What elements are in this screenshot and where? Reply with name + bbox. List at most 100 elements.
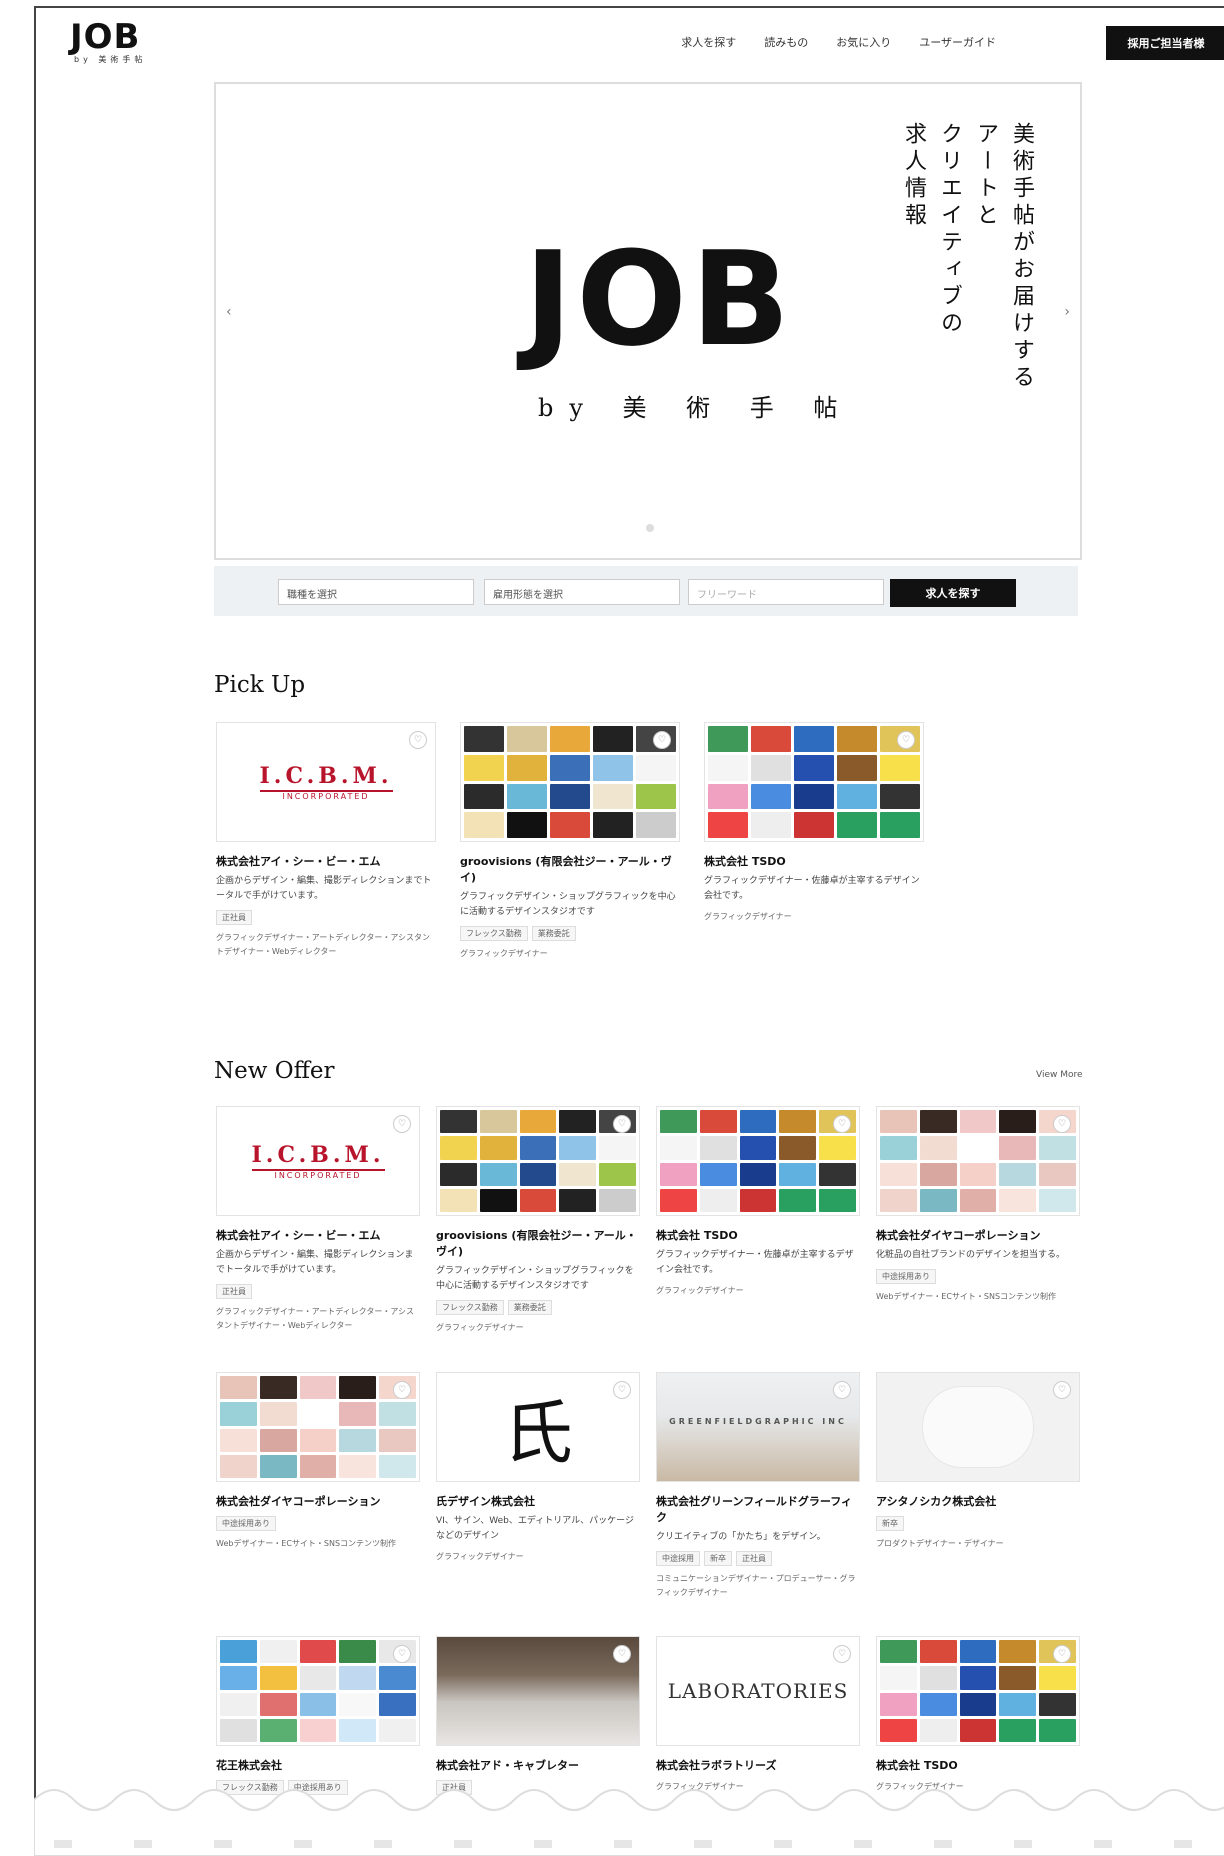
- job-tag: 正社員: [216, 910, 252, 925]
- carousel-prev-icon[interactable]: ‹: [226, 304, 232, 320]
- company-name: 株式会社ダイヤコーポレーション: [216, 1495, 381, 1508]
- product-collage-image: [217, 1637, 419, 1745]
- company-desc: クリエイティブの「かたち」をデザイン。: [656, 1532, 826, 1542]
- carousel-dot[interactable]: [646, 524, 654, 532]
- icbm-logo-sub: INCORPORATED: [274, 1171, 362, 1180]
- job-roles: グラフィックデザイナー: [704, 912, 792, 921]
- favorite-heart-icon[interactable]: ♡: [393, 1645, 411, 1663]
- hero-vertical-line-1: 美術手帖がお届けする: [1009, 122, 1034, 392]
- favorite-heart-icon[interactable]: ♡: [613, 1115, 631, 1133]
- company-name: groovisions (有限会社ジー・アール・ヴイ): [436, 1229, 637, 1258]
- job-roles: Webデザイナー・ECサイト・SNSコンテンツ制作: [216, 1539, 397, 1548]
- office-sign-text: GREENFIELDGRAPHIC INC: [669, 1417, 847, 1426]
- card-thumbnail: ♡: [876, 1636, 1080, 1746]
- offer-card[interactable]: GREENFIELDGRAPHIC INC ♡ 株式会社グリーンフィールドグラー…: [656, 1372, 860, 1600]
- company-name: groovisions (有限会社ジー・アール・ヴイ): [460, 855, 672, 884]
- pickup-heading: Pick Up: [214, 672, 306, 698]
- view-more-link[interactable]: View More: [1036, 1070, 1083, 1080]
- job-search-bar: 職種を選択 雇用形態を選択 フリーワード 求人を探す: [214, 566, 1078, 616]
- company-desc: グラフィックデザイン・ショップグラフィックを中心に活動するデザインスタジオです: [460, 892, 676, 917]
- pickup-card[interactable]: ♡ 株式会社 TSDO グラフィックデザイナー・佐藤卓が主宰するデザイン会社です…: [704, 722, 924, 924]
- card-thumbnail: ♡: [460, 722, 680, 842]
- category-select[interactable]: 職種を選択: [278, 579, 474, 605]
- hero-vertical-line-2: アートと: [973, 122, 998, 230]
- logo-text: JOB: [70, 17, 141, 57]
- favorite-heart-icon[interactable]: ♡: [393, 1115, 411, 1133]
- icbm-logo-text: I.C.B.M.: [251, 1142, 385, 1171]
- job-tag: 正社員: [216, 1284, 252, 1299]
- nav-favorites[interactable]: お気に入り: [836, 34, 891, 50]
- hero-vertical-line-4: 求人情報: [901, 122, 926, 230]
- favorite-heart-icon[interactable]: ♡: [613, 1381, 631, 1399]
- job-roles: プロダクトデザイナー・デザイナー: [876, 1539, 1004, 1548]
- site-logo[interactable]: JOB by 美術手帖: [70, 20, 146, 65]
- office-photo: GREENFIELDGRAPHIC INC: [657, 1373, 859, 1481]
- offer-card[interactable]: I.C.B.M. INCORPORATED ♡ 株式会社アイ・シー・ビー・エム 企…: [216, 1106, 420, 1333]
- favorite-heart-icon[interactable]: ♡: [409, 731, 427, 749]
- job-roles: グラフィックデザイナー: [460, 949, 548, 958]
- job-roles: グラフィックデザイナー・アートディレクター・アシスタントデザイナー・Webディレ…: [216, 933, 430, 956]
- offer-card[interactable]: 氏 ♡ 氏デザイン株式会社 VI、サイン、Web、エディトリアル、パッケージなど…: [436, 1372, 640, 1564]
- card-thumbnail: I.C.B.M. INCORPORATED ♡: [216, 722, 436, 842]
- company-name: 株式会社ダイヤコーポレーション: [876, 1229, 1041, 1242]
- favorite-heart-icon[interactable]: ♡: [833, 1381, 851, 1399]
- interior-photo: [437, 1637, 639, 1745]
- hero-subtitle: by 美 術 手 帖: [538, 394, 854, 422]
- company-desc: VI、サイン、Web、エディトリアル、パッケージなどのデザイン: [436, 1516, 634, 1541]
- company-name: 株式会社グリーンフィールドグラーフィク: [656, 1495, 853, 1524]
- employment-type-select[interactable]: 雇用形態を選択: [484, 579, 680, 605]
- favorite-heart-icon[interactable]: ♡: [1053, 1645, 1071, 1663]
- favorite-heart-icon[interactable]: ♡: [1053, 1115, 1071, 1133]
- offer-card[interactable]: ♡ アシタノシカク株式会社 新卒 プロダクトデザイナー・デザイナー: [876, 1372, 1080, 1551]
- job-roles: グラフィックデザイナー: [656, 1286, 744, 1295]
- nav-articles[interactable]: 読みもの: [764, 34, 808, 50]
- card-thumbnail: ♡: [656, 1106, 860, 1216]
- job-roles: Webデザイナー・ECサイト・SNSコンテンツ制作: [876, 1292, 1057, 1301]
- company-name: 株式会社 TSDO: [656, 1229, 738, 1242]
- company-desc: 化粧品の自社ブランドのデザインを担当する。: [876, 1250, 1066, 1260]
- company-desc: グラフィックデザイナー・佐藤卓が主宰するデザイン会社です。: [656, 1250, 854, 1275]
- nav-find-jobs[interactable]: 求人を探す: [681, 34, 736, 50]
- carousel-next-icon[interactable]: ›: [1064, 304, 1070, 320]
- icbm-logo-sub: INCORPORATED: [282, 792, 370, 801]
- job-roles: グラフィックデザイナー・アートディレクター・アシスタントデザイナー・Webディレ…: [216, 1307, 414, 1330]
- job-tag: 中途採用あり: [876, 1269, 936, 1284]
- hero-carousel: JOB by 美 術 手 帖 美術手帖がお届けする アートと クリエイティブの …: [214, 82, 1082, 560]
- portrait-collage-image: [877, 1107, 1079, 1215]
- job-tag: 新卒: [876, 1516, 904, 1531]
- offer-card[interactable]: ♡ 株式会社ダイヤコーポレーション 中途採用あり Webデザイナー・ECサイト・…: [216, 1372, 420, 1551]
- pickup-card[interactable]: I.C.B.M. INCORPORATED ♡ 株式会社アイ・シー・ビー・エム 企…: [216, 722, 436, 959]
- job-roles: コミュニケーションデザイナー・プロデューサー・グラフィックデザイナー: [656, 1574, 856, 1597]
- laboratories-logo: LABORATORIES: [667, 1679, 849, 1703]
- favorite-heart-icon[interactable]: ♡: [653, 731, 671, 749]
- favorite-heart-icon[interactable]: ♡: [833, 1115, 851, 1133]
- favorite-heart-icon[interactable]: ♡: [1053, 1381, 1071, 1399]
- hero-vertical-line-3: クリエイティブの: [937, 122, 962, 338]
- logo-subtext: by 美術手帖: [74, 55, 147, 64]
- job-tag: 正社員: [736, 1551, 772, 1566]
- job-roles: グラフィックデザイナー: [436, 1552, 524, 1561]
- offer-card[interactable]: ♡ groovisions (有限会社ジー・アール・ヴイ) グラフィックデザイン…: [436, 1106, 640, 1335]
- favorite-heart-icon[interactable]: ♡: [897, 731, 915, 749]
- favorite-heart-icon[interactable]: ♡: [833, 1645, 851, 1663]
- card-thumbnail: ♡: [216, 1372, 420, 1482]
- offer-card[interactable]: ♡ 株式会社ダイヤコーポレーション 化粧品の自社ブランドのデザインを担当する。 …: [876, 1106, 1080, 1304]
- top-nav: 求人を探す 読みもの お気に入り ユーザーガイド: [681, 34, 996, 50]
- product-collage-image: [705, 723, 923, 841]
- nav-user-guide[interactable]: ユーザーガイド: [919, 34, 996, 50]
- company-desc: 企画からデザイン・編集、撮影ディレクションまでトータルで手がけています。: [216, 876, 432, 901]
- favorite-heart-icon[interactable]: ♡: [613, 1645, 631, 1663]
- card-thumbnail: LABORATORIES ♡: [656, 1636, 860, 1746]
- employer-button[interactable]: 採用ご担当者様: [1106, 26, 1224, 60]
- keyword-input[interactable]: フリーワード: [688, 579, 884, 605]
- pickup-card[interactable]: ♡ groovisions (有限会社ジー・アール・ヴイ) グラフィックデザイン…: [460, 722, 680, 961]
- search-button[interactable]: 求人を探す: [890, 579, 1016, 607]
- company-name: 株式会社アイ・シー・ビー・エム: [216, 855, 381, 868]
- job-tag: 業務委託: [507, 1300, 552, 1315]
- offer-card[interactable]: ♡ 株式会社 TSDO グラフィックデザイナー・佐藤卓が主宰するデザイン会社です…: [656, 1106, 860, 1298]
- card-thumbnail: ♡: [436, 1636, 640, 1746]
- card-thumbnail: ♡: [876, 1106, 1080, 1216]
- product-collage-image: [461, 723, 679, 841]
- favorite-heart-icon[interactable]: ♡: [393, 1381, 411, 1399]
- company-name: 株式会社 TSDO: [704, 855, 786, 868]
